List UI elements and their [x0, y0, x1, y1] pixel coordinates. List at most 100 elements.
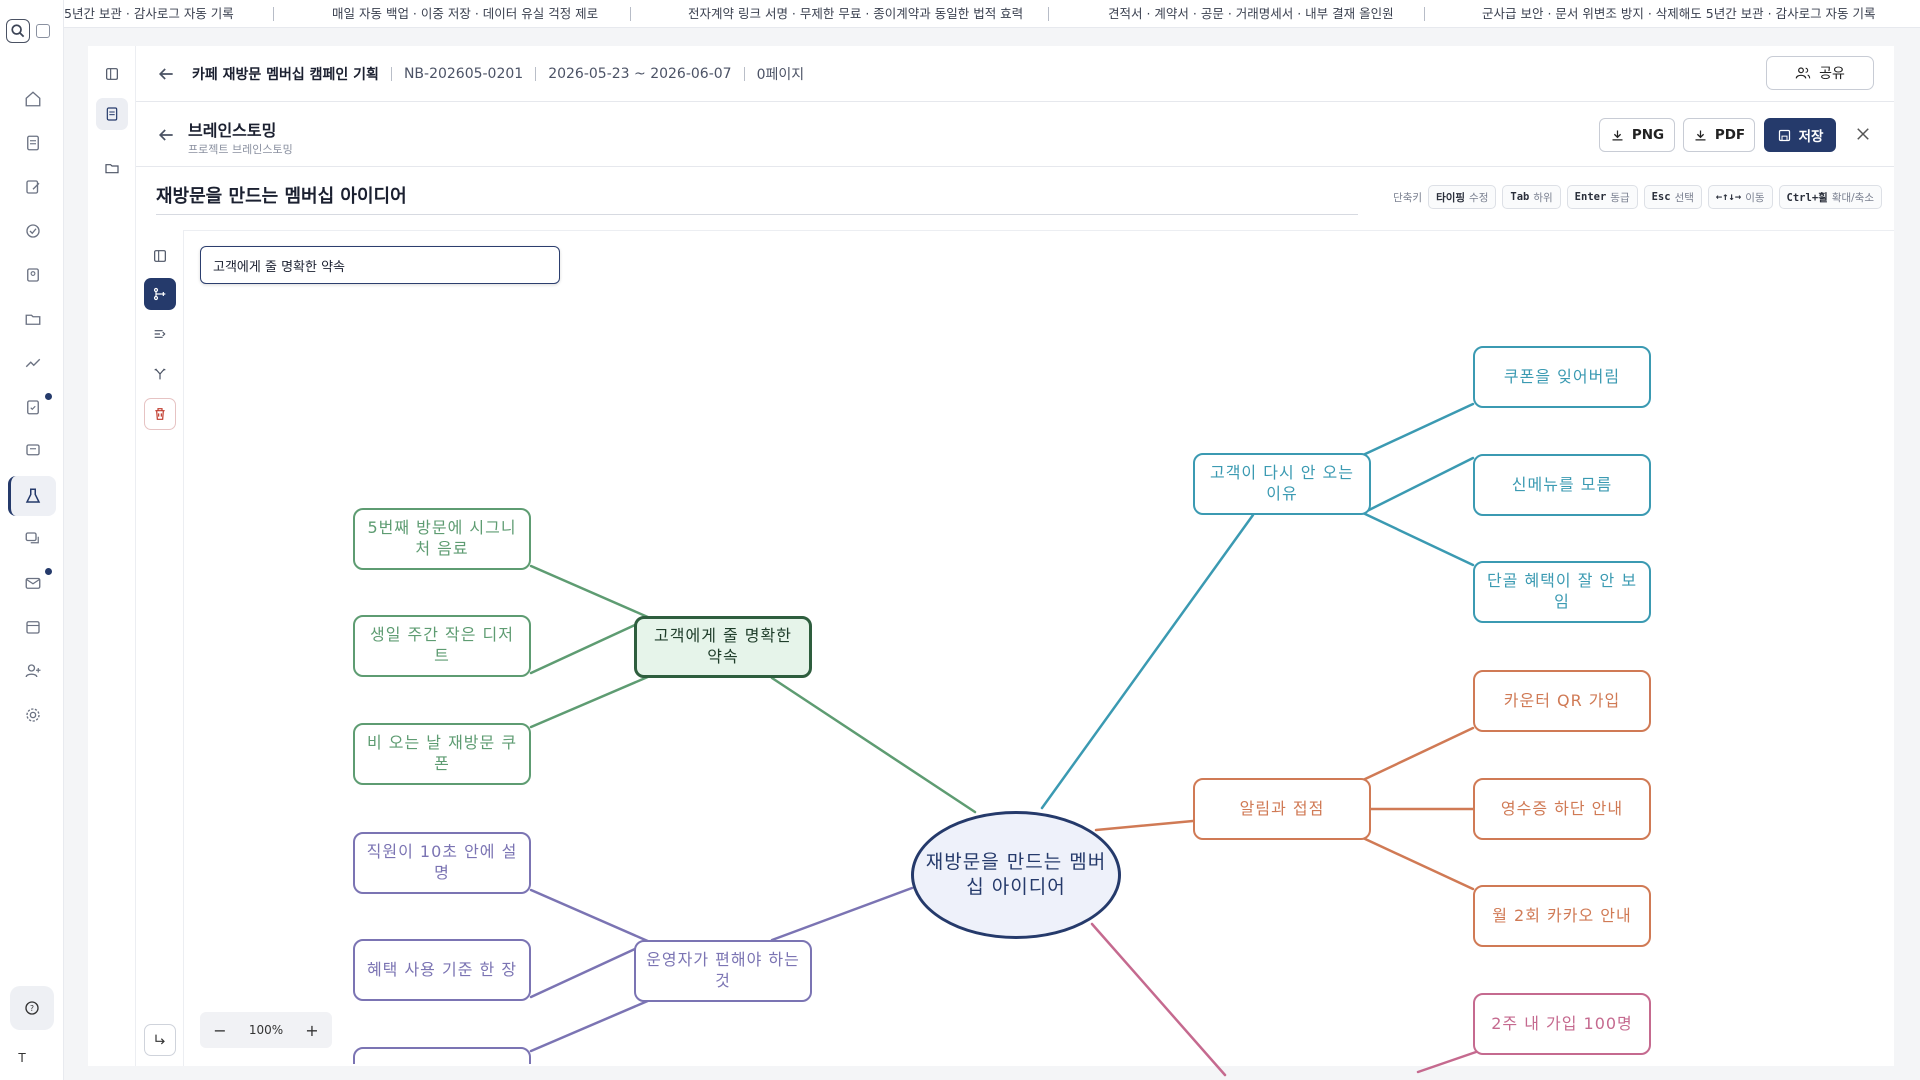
- mail-icon[interactable]: [22, 572, 44, 594]
- child-node[interactable]: 마감 후 가입자 수만: [353, 1047, 531, 1064]
- notification-dot: [45, 393, 52, 400]
- clipboard-check-icon[interactable]: [22, 396, 44, 418]
- child-node[interactable]: 혜택 사용 기준 한 장: [353, 939, 531, 1001]
- svg-text:?: ?: [30, 1004, 34, 1013]
- divider: [390, 67, 392, 81]
- download-icon: [1612, 130, 1623, 140]
- mindmap-toolbar: [136, 230, 184, 1066]
- add-sibling-icon[interactable]: [144, 318, 176, 350]
- flask-icon[interactable]: [22, 485, 44, 507]
- nav-rail: ? T: [0, 0, 64, 1080]
- close-icon[interactable]: [1854, 125, 1872, 143]
- shortcut-chip: Esc 선택: [1643, 185, 1702, 209]
- ticker-item: 군사급 보안 · 문서 위변조 방지 · 삭제해도 5년간 보관 · 감사로그 …: [1482, 6, 1876, 21]
- users-icon: [1795, 67, 1811, 79]
- branch-icon[interactable]: [144, 358, 176, 390]
- add-child-icon[interactable]: [144, 278, 176, 310]
- edit-icon[interactable]: [22, 176, 44, 198]
- document-meta: 카페 재방문 멤버십 캠페인 기획 NB-202605-0201 2026-05…: [192, 64, 804, 84]
- check-circle-icon[interactable]: [22, 220, 44, 242]
- save-button[interactable]: 저장: [1764, 118, 1836, 152]
- export-png-label: PNG: [1631, 127, 1665, 143]
- floppy-disk-icon: [1778, 129, 1790, 141]
- child-node[interactable]: 5번째 방문에 시그니처 음료: [353, 508, 531, 570]
- share-button[interactable]: 공유: [1766, 56, 1874, 90]
- chat-bubbles-icon[interactable]: [22, 528, 44, 550]
- child-node[interactable]: 비 오는 날 재방문 쿠폰: [353, 723, 531, 785]
- home-icon[interactable]: [22, 88, 44, 110]
- panel-toggle-icon[interactable]: [144, 240, 176, 272]
- ticker-item: 5년간 보관 · 감사로그 자동 기록: [64, 6, 234, 21]
- ticker-divider: [273, 7, 274, 21]
- help-button[interactable]: ?: [10, 986, 54, 1030]
- corner-arrow-icon: [155, 1034, 165, 1045]
- save-label: 저장: [1798, 129, 1824, 145]
- shortcut-chip: 타이핑 수정: [1428, 185, 1497, 209]
- back-arrow-icon[interactable]: [156, 64, 176, 84]
- ticker-item: 견적서 · 계약서 · 공문 · 거래명세서 · 내부 결재 올인원: [1108, 6, 1394, 21]
- zoom-out-button[interactable]: −: [210, 1021, 230, 1040]
- document-header: 카페 재방문 멤버십 캠페인 기획 NB-202605-0201 2026-05…: [136, 46, 1894, 102]
- child-node[interactable]: 단골 혜택이 잘 안 보임: [1473, 561, 1651, 623]
- zoom-in-button[interactable]: +: [302, 1021, 322, 1040]
- section-caption: 프로젝트 브레인스토밍: [188, 143, 293, 156]
- export-pdf-button[interactable]: PDF: [1683, 118, 1755, 152]
- title-underline: [156, 214, 1358, 215]
- ticker-item: 매일 자동 백업 · 이중 저장 · 데이터 유실 걱정 제로: [332, 6, 599, 21]
- mindmap-title[interactable]: 재방문을 만드는 멤버십 아이디어: [156, 182, 407, 208]
- export-pdf-label: PDF: [1714, 127, 1746, 143]
- child-node[interactable]: 신메뉴를 모름: [1473, 454, 1651, 516]
- ticker-divider: [1424, 7, 1425, 21]
- contact-card-icon[interactable]: [22, 264, 44, 286]
- branch-node[interactable]: 고객이 다시 안 오는 이유: [1193, 453, 1371, 515]
- message-icon[interactable]: [22, 440, 44, 462]
- zoom-level: 100%: [248, 1023, 284, 1037]
- help-icon: ?: [25, 1001, 39, 1015]
- child-node[interactable]: 쿠폰을 잊어버림: [1473, 346, 1651, 408]
- sidebar-toggle-icon[interactable]: [36, 24, 50, 38]
- shortcut-label: 단축키: [1393, 191, 1423, 204]
- section-title: 브레인스토밍: [188, 121, 277, 140]
- child-node[interactable]: 직원이 10초 안에 설명: [353, 832, 531, 894]
- ticker-divider: [630, 7, 631, 21]
- avatar[interactable]: T: [10, 1046, 34, 1070]
- search-icon[interactable]: [6, 19, 30, 43]
- folder-open-icon[interactable]: [96, 152, 128, 184]
- document-id: NB-202605-0201: [403, 66, 524, 82]
- export-png-button[interactable]: PNG: [1599, 118, 1675, 152]
- announcement-ticker: 5년간 보관 · 감사로그 자동 기록 매일 자동 백업 · 이중 저장 · 데…: [0, 0, 1920, 28]
- pages-icon[interactable]: [96, 98, 128, 130]
- ticker-divider: [1048, 7, 1049, 21]
- branch-node[interactable]: 고객에게 줄 명확한 약속: [634, 616, 812, 678]
- child-node[interactable]: 카운터 QR 가입: [1473, 670, 1651, 732]
- document-icon[interactable]: [22, 132, 44, 154]
- child-node[interactable]: 영수증 하단 안내: [1473, 778, 1651, 840]
- shortcut-chip: Tab 하위: [1502, 185, 1561, 209]
- child-node[interactable]: 생일 주간 작은 디저트: [353, 615, 531, 677]
- download-icon: [1695, 130, 1706, 140]
- shortcut-chip: Ctrl+휠 확대/축소: [1778, 185, 1882, 209]
- page-count: 0페이지: [756, 67, 805, 83]
- add-user-icon[interactable]: [22, 660, 44, 682]
- share-label: 공유: [1819, 66, 1845, 82]
- root-node[interactable]: 재방문을 만드는 멤버십 아이디어: [911, 811, 1121, 939]
- divider: [743, 67, 745, 81]
- trash-icon[interactable]: [144, 398, 176, 430]
- trend-icon[interactable]: [22, 352, 44, 374]
- gear-icon[interactable]: [22, 704, 44, 726]
- shortcut-hints: 단축키 타이핑 수정 Tab 하위 Enter 동급 Esc 선택 ←↑↓→ 이동 Ctr…: [1393, 185, 1882, 209]
- document-side-toolbar: [88, 46, 136, 1066]
- calendar-check-icon[interactable]: [22, 616, 44, 638]
- folder-icon[interactable]: [22, 308, 44, 330]
- child-node[interactable]: 2주 내 가입 100명: [1473, 993, 1651, 1055]
- panel-toggle-icon[interactable]: [96, 58, 128, 90]
- node-edit-input[interactable]: [200, 246, 560, 284]
- child-node[interactable]: 월 2회 카카오 안내: [1473, 885, 1651, 947]
- divider: [535, 67, 537, 81]
- shortcut-chip: ←↑↓→ 이동: [1707, 185, 1773, 209]
- branch-node[interactable]: 운영자가 편해야 하는 것: [634, 940, 812, 1002]
- exit-mindmap-button[interactable]: [144, 1024, 176, 1056]
- branch-node[interactable]: 알림과 접점: [1193, 778, 1371, 840]
- back-arrow-icon[interactable]: [156, 125, 176, 145]
- zoom-controls: − 100% +: [200, 1012, 332, 1048]
